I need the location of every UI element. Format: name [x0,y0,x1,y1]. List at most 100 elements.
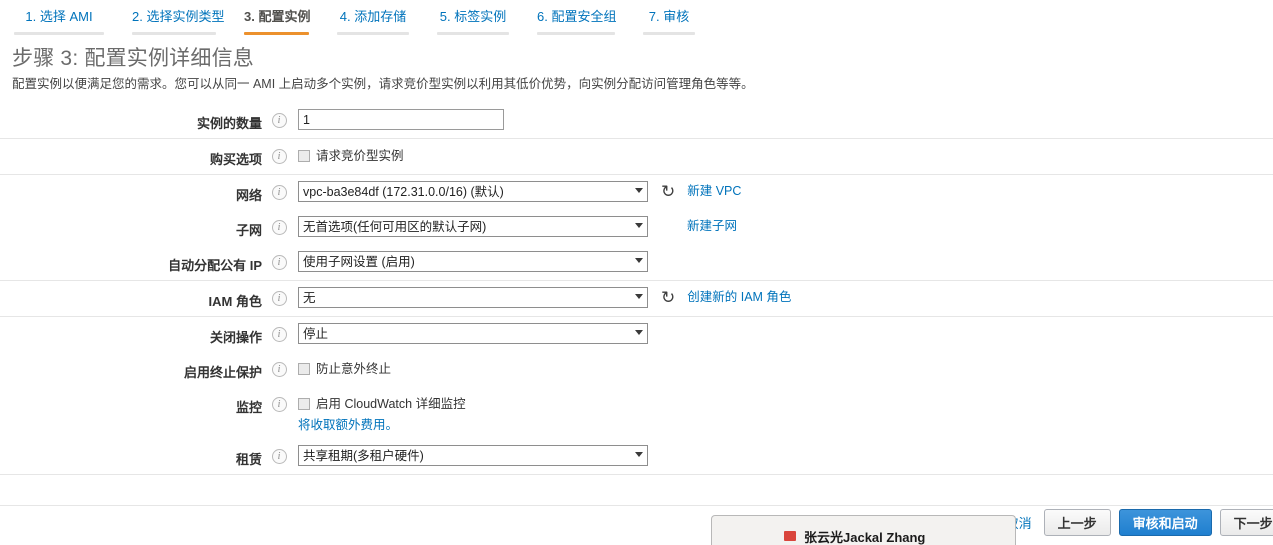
wizard-tab-4-underline [337,32,409,35]
info-icon[interactable]: i [271,397,287,412]
info-icon[interactable]: i [271,185,287,200]
info-cell-auto-assign-public-ip: i [262,251,296,270]
info-cell-iam-role: i [262,287,296,306]
info-icon[interactable]: i [271,291,287,306]
notification-popup-name: 张云光Jackal Zhang [804,530,926,545]
instance-count-input[interactable] [298,109,504,130]
network-select-value: vpc-ba3e84df (172.31.0.0/16) (默认) [303,185,504,199]
create-new-subnet-link[interactable]: 新建子网 [687,216,737,237]
wizard-tab-2-label: 2. 选择实例类型 [132,9,225,24]
info-cell-tenancy: i [262,445,296,464]
request-spot-instances-label: 请求竞价型实例 [316,149,404,163]
create-new-iam-role-link[interactable]: 创建新的 IAM 角色 [687,287,791,308]
wizard-tab-1-underline [14,32,104,35]
shutdown-behavior-value: 停止 [303,327,329,341]
subnet-select[interactable]: 无首选项(任何可用区的默认子网) [298,216,648,237]
label-instance-count: 实例的数量 [196,116,262,131]
contact-icon [784,530,796,541]
additional-charges-link[interactable]: 将收取额外费用。 [298,414,466,433]
info-cell-purchasing-option: i [262,145,296,164]
info-cell-termination-protection: i [262,358,296,377]
row-termination-protection: 启用终止保护 i 防止意外终止 [0,352,1273,387]
field-auto-assign-public-ip: 使用子网设置 (启用) [296,251,1273,272]
row-monitoring: 监控 i 启用 CloudWatch 详细监控 将收取额外费用。 [0,387,1273,439]
wizard-tab-2[interactable]: 2. 选择实例类型 [118,0,230,35]
configure-instance-form: 实例的数量 i 购买选项 i 请求竞价型实例 [0,103,1273,475]
notification-popup[interactable]: 张云光Jackal Zhang [711,515,1016,545]
termination-protection-checkbox[interactable] [298,363,310,375]
label-termination-protection: 启用终止保护 [183,365,262,380]
form-group-network: 网络 i vpc-ba3e84df (172.31.0.0/16) (默认) ↻… [0,175,1273,281]
refresh-icon[interactable]: ↻ [661,289,675,307]
monitoring-checkline: 启用 CloudWatch 详细监控 [298,393,466,412]
page-header: 步骤 3: 配置实例详细信息 配置实例以便满足您的需求。您可以从同一 AMI 上… [12,42,1252,92]
row-tenancy: 租赁 i 共享租期(多租户硬件) [0,439,1273,474]
wizard-tab-3[interactable]: 3. 配置实例 [230,0,323,35]
wizard-tab-6[interactable]: 6. 配置安全组 [523,0,629,35]
row-shutdown-behavior: 关闭操作 i 停止 [0,317,1273,352]
tenancy-select[interactable]: 共享租期(多租户硬件) [298,445,648,466]
form-group-iam-role: IAM 角色 i 无 ↻ 创建新的 IAM 角色 [0,281,1273,317]
label-purchasing-option: 购买选项 [209,152,262,167]
chevron-down-icon [635,294,643,299]
wizard-tab-7-label: 7. 审核 [648,9,690,24]
previous-button[interactable]: 上一步 [1043,509,1111,536]
form-group-purchasing-option: 购买选项 i 请求竞价型实例 [0,139,1273,175]
field-network: vpc-ba3e84df (172.31.0.0/16) (默认) ↻ 新建 V… [296,181,1273,202]
page-description: 配置实例以便满足您的需求。您可以从同一 AMI 上启动多个实例，请求竞价型实例以… [12,77,754,91]
field-tenancy: 共享租期(多租户硬件) [296,445,1273,466]
info-icon[interactable]: i [271,255,287,270]
label-shutdown-behavior: 关闭操作 [209,330,262,345]
info-cell-shutdown-behavior: i [262,323,296,342]
auto-assign-public-ip-select[interactable]: 使用子网设置 (启用) [298,251,648,272]
network-select[interactable]: vpc-ba3e84df (172.31.0.0/16) (默认) [298,181,648,202]
next-button[interactable]: 下一步: [1219,509,1273,536]
iam-role-select[interactable]: 无 [298,287,648,308]
review-and-launch-button[interactable]: 审核和启动 [1118,509,1212,536]
info-icon[interactable]: i [271,149,287,164]
field-purchasing-option: 请求竞价型实例 [296,145,1273,164]
field-monitoring: 启用 CloudWatch 详细监控 将收取额外费用。 [296,393,1273,433]
row-auto-assign-public-ip: 自动分配公有 IP i 使用子网设置 (启用) [0,245,1273,280]
field-iam-role: 无 ↻ 创建新的 IAM 角色 [296,287,1273,308]
row-subnet: 子网 i 无首选项(任何可用区的默认子网) 新建子网 [0,210,1273,245]
info-cell-instance-count: i [262,109,296,128]
termination-protection-checkline: 防止意外终止 [298,358,391,377]
wizard-tab-1[interactable]: 1. 选择 AMI [0,0,118,35]
label-monitoring: 监控 [235,400,262,415]
wizard-tab-4-label: 4. 添加存储 [339,9,407,24]
info-cell-monitoring: i [262,393,296,412]
label-network: 网络 [235,188,262,203]
auto-assign-public-ip-value: 使用子网设置 (启用) [303,255,415,269]
info-icon[interactable]: i [271,113,287,128]
wizard-tabbar: 1. 选择 AMI 2. 选择实例类型 3. 配置实例 4. 添加存储 5. 标… [0,0,1273,35]
wizard-tab-7[interactable]: 7. 审核 [629,0,709,35]
info-icon[interactable]: i [271,449,287,464]
chevron-down-icon [635,188,643,193]
shutdown-behavior-select[interactable]: 停止 [298,323,648,344]
cloudwatch-monitoring-checkbox[interactable] [298,398,310,410]
wizard-tab-5[interactable]: 5. 标签实例 [423,0,523,35]
wizard-action-bar: 取消 上一步 审核和启动 下一步: [0,500,1273,545]
chevron-down-icon [635,452,643,457]
refresh-icon[interactable]: ↻ [661,183,675,201]
info-icon[interactable]: i [271,327,287,342]
wizard-tab-4[interactable]: 4. 添加存储 [323,0,423,35]
row-iam-role: IAM 角色 i 无 ↻ 创建新的 IAM 角色 [0,281,1273,316]
row-instance-count: 实例的数量 i [0,103,1273,138]
wizard-tab-1-label: 1. 选择 AMI [25,9,93,24]
info-cell-network: i [262,181,296,200]
form-group-behavior: 关闭操作 i 停止 启用终止保护 i 防止意外终止 监控 i 启用 CloudW… [0,317,1273,475]
wizard-tab-7-underline [643,32,695,35]
info-icon[interactable]: i [271,362,287,377]
spot-request-checkline: 请求竞价型实例 [298,145,404,164]
info-icon[interactable]: i [271,220,287,235]
page-title: 步骤 3: 配置实例详细信息 [12,47,254,70]
wizard-tab-3-label: 3. 配置实例 [244,9,311,24]
form-group-instance-count: 实例的数量 i [0,103,1273,139]
wizard-tab-3-underline [244,32,309,35]
create-new-vpc-link[interactable]: 新建 VPC [687,181,741,202]
label-subnet: 子网 [235,223,262,238]
wizard-tab-5-underline [437,32,509,35]
request-spot-instances-checkbox[interactable] [298,150,310,162]
